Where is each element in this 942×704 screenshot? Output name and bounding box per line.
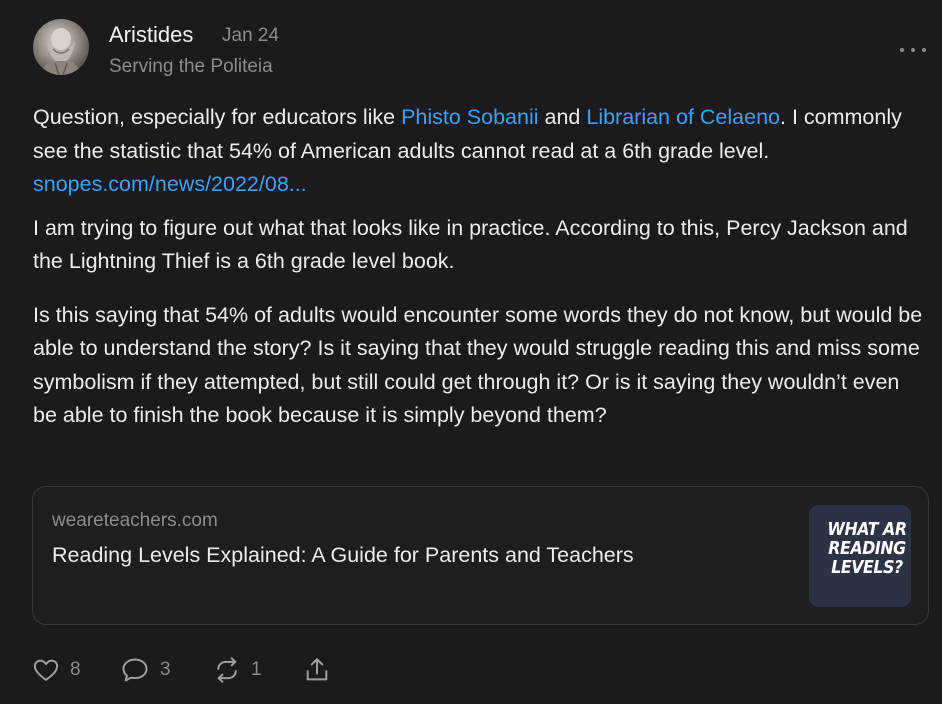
paragraph-text: and	[538, 105, 587, 129]
more-options-button[interactable]	[900, 40, 926, 60]
thumbnail-text: WHAT AR READING LEVELS?	[827, 519, 907, 578]
more-horizontal-icon	[911, 48, 915, 52]
author-name[interactable]: Aristides	[109, 22, 193, 48]
post-paragraph: I am trying to figure out what that look…	[33, 215, 908, 274]
heart-icon	[33, 659, 59, 681]
share-button[interactable]	[303, 654, 331, 686]
mention-link-librarian-of-celaeno[interactable]: Librarian of Celaeno	[586, 105, 780, 129]
like-button[interactable]: 8	[32, 654, 81, 686]
snopes-link[interactable]: snopes.com/news/2022/08...	[33, 172, 307, 196]
post-body: Question, especially for educators like …	[33, 101, 923, 433]
author-bio: Serving the Politeia	[109, 56, 273, 77]
link-card-domain: weareteachers.com	[52, 510, 218, 531]
post-paragraph: Is this saying that 54% of adults would …	[33, 302, 923, 428]
mention-link-phisto-sobanii[interactable]: Phisto Sobanii	[401, 105, 538, 129]
more-horizontal-icon	[900, 48, 904, 52]
post-paragraph: Question, especially for educators like …	[33, 101, 923, 202]
avatar[interactable]	[33, 19, 89, 75]
comment-bubble-icon	[122, 658, 148, 682]
comment-count: 3	[160, 659, 171, 680]
share-icon	[306, 658, 328, 681]
link-card-title: Reading Levels Explained: A Guide for Pa…	[52, 543, 634, 567]
like-count: 8	[70, 659, 81, 680]
more-horizontal-icon	[922, 48, 926, 52]
post-date[interactable]: Jan 24	[222, 25, 279, 47]
link-card-thumbnail: WHAT AR READING LEVELS?	[809, 505, 911, 607]
restack-count: 1	[251, 659, 262, 680]
restack-icon	[217, 657, 237, 683]
paragraph-text: Question, especially for educators like	[33, 105, 402, 129]
restack-button[interactable]: 1	[213, 654, 262, 686]
link-preview-card[interactable]: weareteachers.com Reading Levels Explain…	[32, 486, 929, 625]
comment-button[interactable]: 3	[120, 654, 171, 686]
avatar-bust-image	[41, 28, 81, 75]
